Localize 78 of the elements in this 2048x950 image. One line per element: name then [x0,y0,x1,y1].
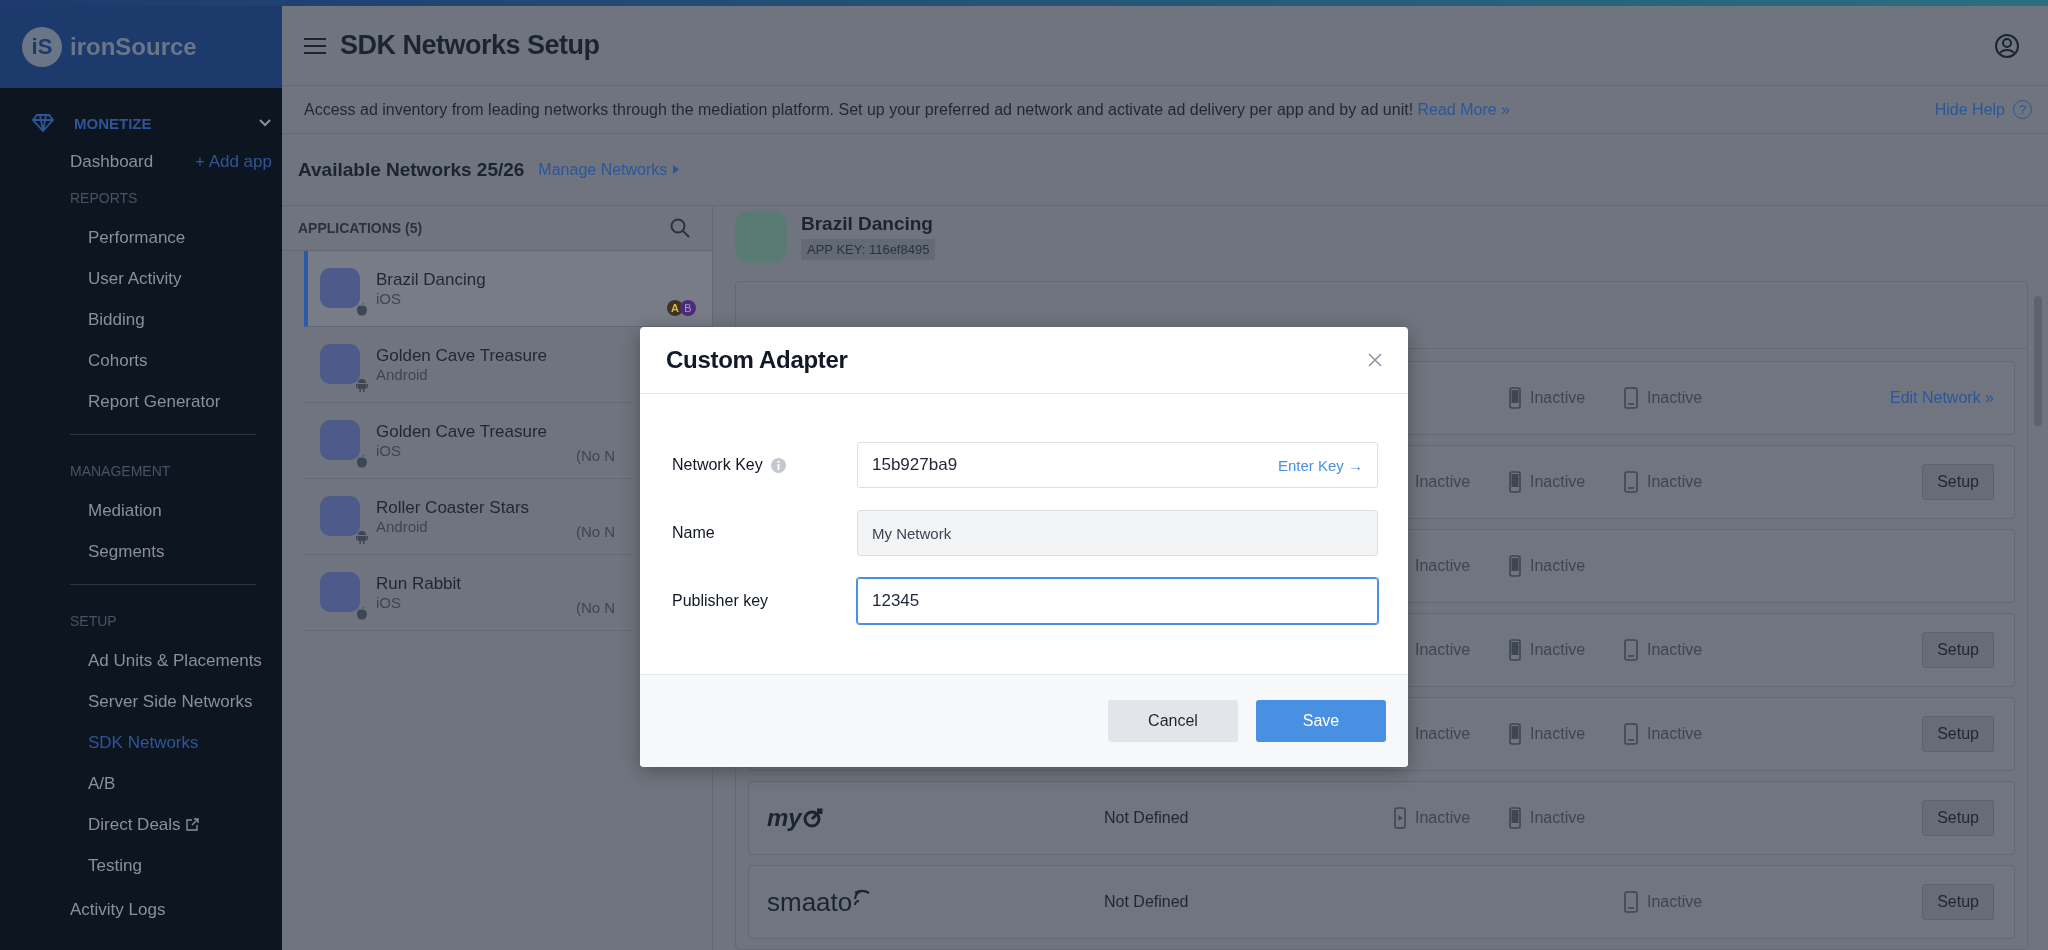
ab-badge: B [680,300,696,316]
save-button[interactable]: Save [1256,700,1386,742]
phone-icon [1509,639,1521,661]
nav-item[interactable]: Ad Units & Placements [32,640,272,681]
app-name: Roller Coaster Stars [376,498,530,518]
app-icon [320,495,360,536]
app-icon [320,571,360,612]
dialog-title: Custom Adapter [666,346,848,374]
section-label: MONETIZE [74,114,153,132]
app-platform: iOS [376,290,402,307]
apple-icon [356,453,368,468]
nav-group-label: REPORTS [69,190,139,206]
network-logo: my [767,804,824,832]
nav-group-label: MANAGEMENT [69,463,172,479]
logo-text: ironSource [70,33,197,61]
nav-item[interactable]: Activity Logs [32,900,272,920]
app-name: Run Rabbit [376,574,462,594]
available-networks-title: Available Networks 25/26 [298,158,525,181]
search-icon[interactable] [670,218,690,238]
tablet-icon [1624,387,1638,409]
video-phone-icon [1394,807,1406,829]
nav-item[interactable]: Performance [32,217,272,258]
nav-item[interactable]: Bidding [32,299,272,340]
network-logo: smaato [767,886,874,918]
tablet-icon [1624,471,1638,493]
phone-icon [1509,723,1521,745]
page-title: SDK Networks Setup [340,30,601,61]
logo-mark: iS [22,27,62,67]
application-item[interactable]: Brazil Dancing iOS A B [304,251,712,327]
field-label: Network Key [672,456,763,474]
nav-item[interactable]: Server Side Networks [32,681,272,722]
nav-item[interactable]: A/B [32,763,272,804]
nav-item[interactable]: Report Generator [32,381,272,422]
caret-icon [673,165,680,174]
field-label: Publisher key [672,592,769,610]
enter-key-link[interactable]: Enter Key → [1277,456,1363,474]
nav-group-label: SETUP [69,613,118,629]
apple-icon [356,605,368,620]
close-icon[interactable] [1368,353,1382,367]
network-status: Not Defined [1104,809,1189,826]
ab-badge: A [667,300,683,316]
app-title: Brazil Dancing [801,213,934,235]
tablet-icon [1624,723,1638,745]
nav-item[interactable]: Cohorts [32,340,272,381]
external-link-icon [185,818,199,831]
applications-title: APPLICATIONS (5) [298,220,423,236]
tablet-icon [1624,891,1638,913]
app-key-tag: APP KEY: 116ef8495 [801,239,936,260]
nav-item[interactable]: Direct Deals [32,804,272,845]
menu-icon[interactable] [304,37,326,54]
android-icon [356,529,368,544]
nav-item[interactable]: User Activity [32,258,272,299]
network-status: Not Defined [1104,893,1189,910]
app-name: Golden Cave Treasure [376,422,548,442]
app-icon [320,267,360,308]
app-icon [320,343,360,384]
field-label: Name [672,524,715,542]
input-field[interactable]: My Network [857,510,1378,556]
dashboard-link[interactable]: Dashboard [70,152,154,172]
nav-item[interactable]: Testing [32,845,272,886]
help-text: Access ad inventory from leading networks through the mediation platform. Set up your preferred ad network and activate ad delivery per app and by ad unit! Read More » [304,100,1511,119]
user-icon[interactable] [1994,32,2020,59]
phone-icon [1509,471,1521,493]
nav-item[interactable]: Segments [32,531,272,572]
phone-icon [1509,807,1521,829]
input-field[interactable]: 12345 [857,578,1378,624]
input-field[interactable]: 15b927ba9 Enter Key → [857,442,1378,488]
tablet-icon [1624,639,1638,661]
app-name: Brazil Dancing [376,270,486,290]
phone-icon [1509,387,1521,409]
diamond-icon [32,114,54,132]
app-icon [320,419,360,460]
android-icon [356,377,368,392]
nav-item[interactable]: Mediation [32,490,272,531]
phone-icon [1509,555,1521,577]
apple-icon [356,301,368,316]
app-name: Golden Cave Treasure [376,346,548,366]
cancel-button[interactable]: Cancel [1108,700,1238,742]
